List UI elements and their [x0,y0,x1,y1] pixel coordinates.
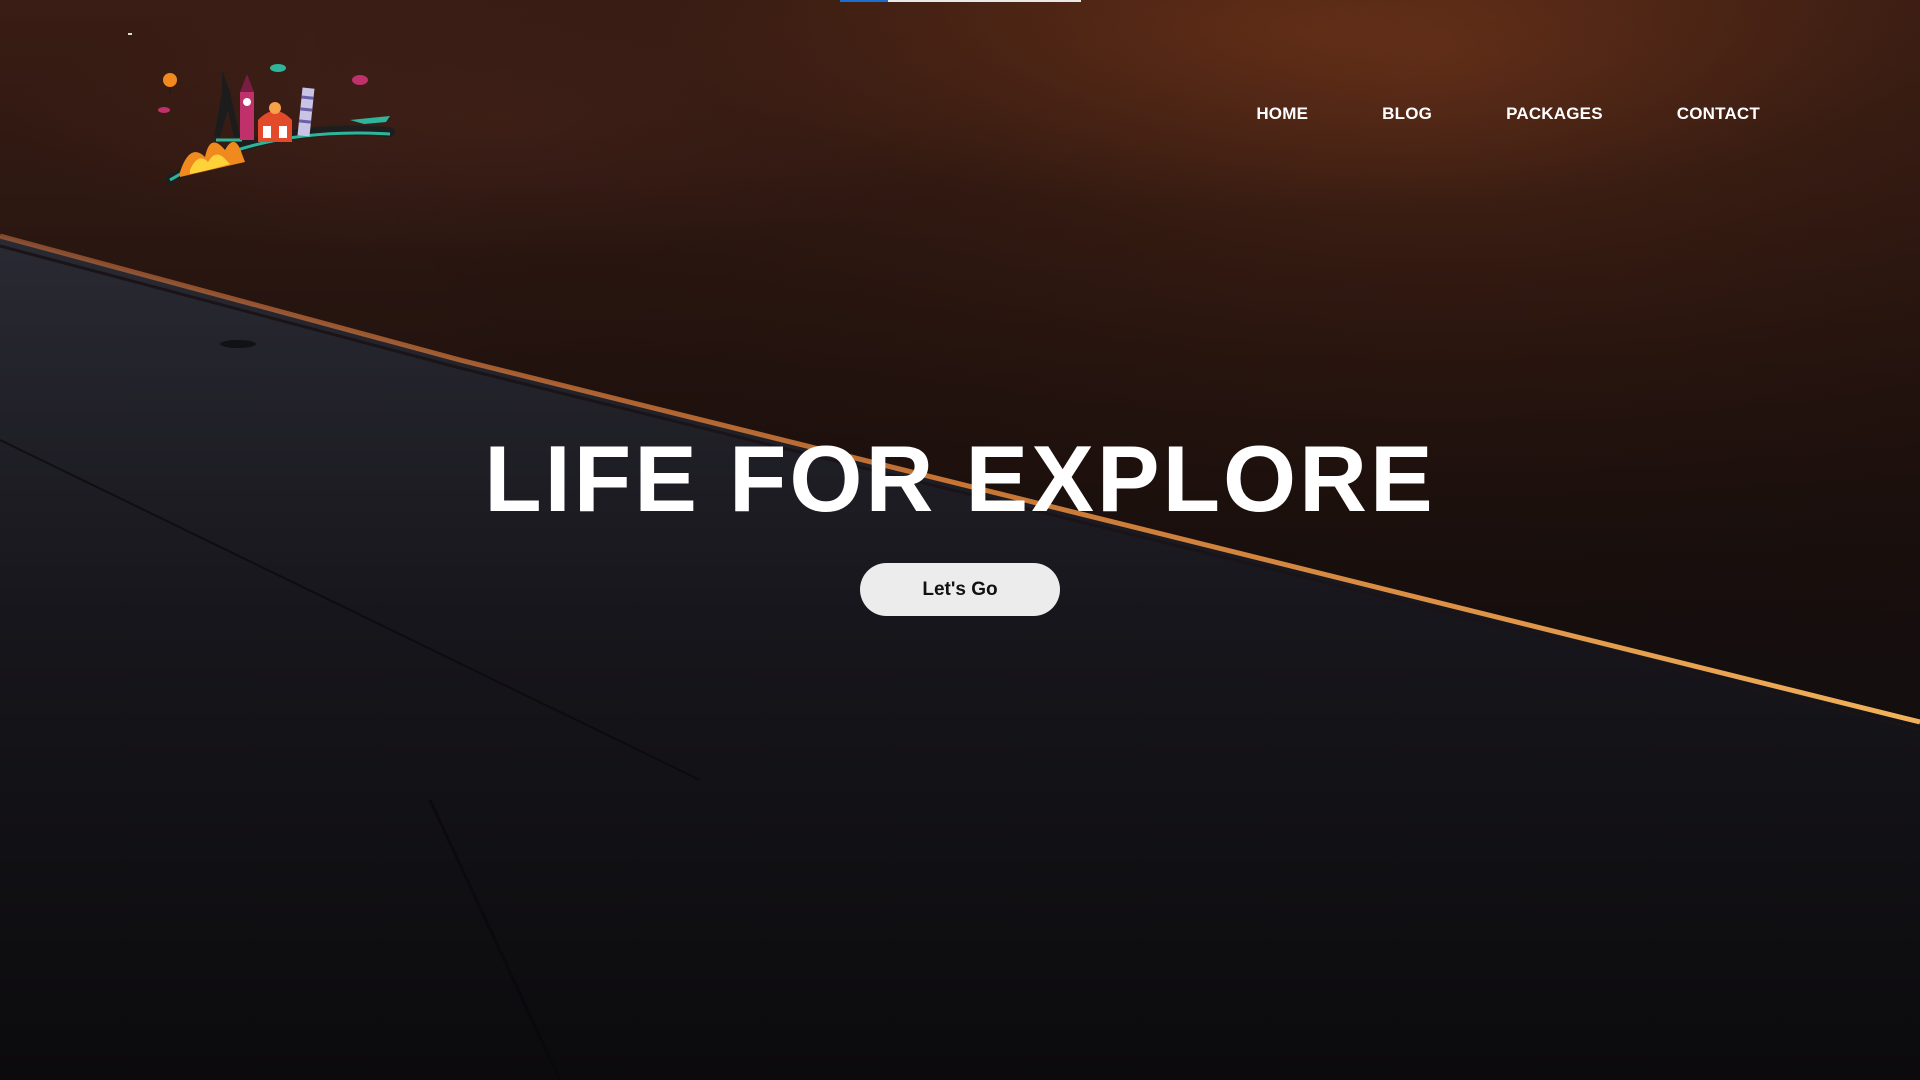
scroll-progress-fill [840,0,889,2]
hero-headline: LIFE FOR EXPLORE [484,426,1436,531]
nav-blog-link[interactable]: BLOG [1382,104,1432,124]
hero-section: HOME BLOG PACKAGES CONTACT LIFE FOR EXPL… [0,0,1920,1080]
travel-landmarks-logo-icon[interactable] [150,62,410,187]
nav-contact-link[interactable]: CONTACT [1677,104,1760,124]
nav-packages-link[interactable]: PACKAGES [1506,104,1603,124]
nav-home-link[interactable]: HOME [1256,104,1308,124]
top-left-marker [128,33,132,35]
lets-go-button[interactable]: Let's Go [860,563,1060,616]
main-nav: HOME BLOG PACKAGES CONTACT [1256,104,1760,124]
scroll-progress-bar [840,0,1081,2]
